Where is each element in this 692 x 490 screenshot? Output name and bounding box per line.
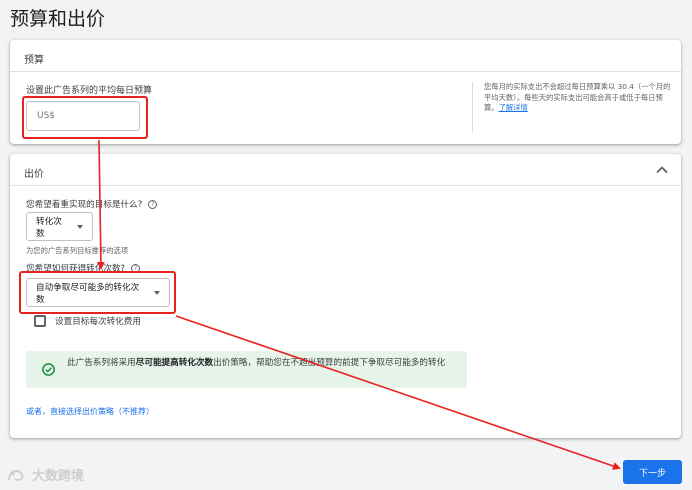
check-circle-icon xyxy=(42,363,55,376)
dropdown-arrow-icon xyxy=(154,290,160,295)
budget-divider xyxy=(472,82,473,132)
budget-card: 预算 设置此广告系列的平均每日预算 您每月的实际支出不会超过每日预算乘以 30.… xyxy=(10,40,681,144)
goal-select[interactable]: 转化次数 xyxy=(26,212,93,241)
watermark: 大数跨境 xyxy=(6,465,84,484)
dropdown-arrow-icon xyxy=(77,224,83,229)
next-button[interactable]: 下一步 xyxy=(623,460,682,484)
watermark-text: 大数跨境 xyxy=(32,469,85,484)
goal-select-value: 转化次数 xyxy=(36,216,62,239)
method-select-value: 自动争取尽可能多的转化次数 xyxy=(36,282,140,305)
target-cpa-label: 设置目标每次转化费用 xyxy=(55,317,141,327)
watermark-logo-icon xyxy=(8,469,24,481)
target-cpa-row[interactable]: 设置目标每次转化费用 xyxy=(34,315,141,327)
method-question: 您希望如何获得转化次数?? xyxy=(26,262,141,274)
banner-text-post: 出价策略，帮助您在不超出预算的前提下争取尽可能多的转化 xyxy=(213,358,446,368)
banner-text: 此广告系列将采用尽可能提高转化次数出价策略，帮助您在不超出预算的前提下争取尽可能… xyxy=(67,357,457,370)
method-question-text: 您希望如何获得转化次数? xyxy=(26,264,126,274)
goal-question-text: 您希望着重实现的目标是什么? xyxy=(26,200,143,210)
budget-note: 您每月的实际支出不会超过每日预算乘以 30.4（一个月的平均天数）。每些天的实际… xyxy=(484,82,672,114)
budget-label: 设置此广告系列的平均每日预算 xyxy=(26,86,153,96)
goal-hint: 为您的广告系列目标推荐的选项 xyxy=(26,246,129,255)
budget-header: 预算 xyxy=(10,40,681,72)
help-icon[interactable]: ? xyxy=(148,200,158,209)
learn-more-link[interactable]: 了解详情 xyxy=(499,103,528,112)
goal-question: 您希望着重实现的目标是什么?? xyxy=(26,198,158,210)
budget-input[interactable] xyxy=(26,101,140,131)
target-cpa-checkbox[interactable] xyxy=(34,315,46,327)
banner-text-strong: 尽可能提高转化次数 xyxy=(135,358,214,368)
chevron-up-icon[interactable] xyxy=(655,163,669,177)
bidding-header: 出价 xyxy=(10,154,681,186)
bidding-card: 出价 您希望着重实现的目标是什么?? 转化次数 为您的广告系列目标推荐的选项 您… xyxy=(10,154,681,438)
strategy-banner: 此广告系列将采用尽可能提高转化次数出价策略，帮助您在不超出预算的前提下争取尽可能… xyxy=(26,351,467,388)
help-icon[interactable]: ? xyxy=(131,264,141,273)
method-select[interactable]: 自动争取尽可能多的转化次数 xyxy=(26,278,170,307)
banner-text-pre: 此广告系列将采用 xyxy=(67,358,136,368)
page-title: 预算和出价 xyxy=(10,8,106,30)
direct-bid-strategy-link[interactable]: 或者，直接选择出价策略（不推荐） xyxy=(26,406,154,417)
